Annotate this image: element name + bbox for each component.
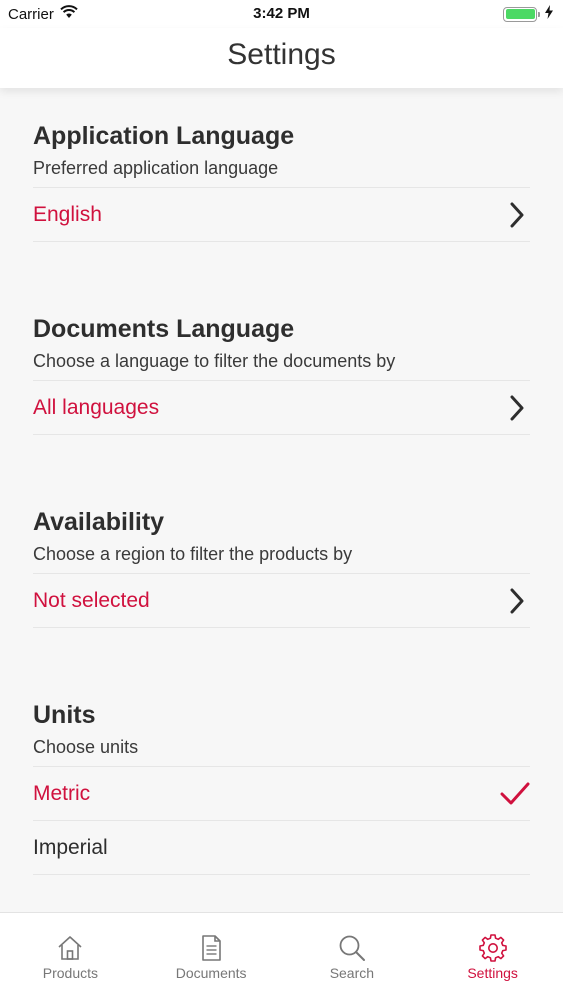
section-title: Documents Language [33,315,295,343]
section-subtitle: Preferred application language [33,154,530,188]
availability-section: Availability Choose a region to filter t… [33,504,530,628]
battery-level [505,9,535,19]
status-right [503,5,553,23]
selected-value: English [33,203,102,226]
document-icon [202,935,221,961]
page-title: Settings [227,38,336,71]
tab-documents[interactable]: Documents [141,913,282,1000]
units-option-imperial[interactable]: Imperial [33,821,530,875]
settings-screen: Carrier 3:42 PM Settings Application Lan… [0,0,563,1000]
availability-row[interactable]: Not selected [33,574,530,628]
battery-icon [503,6,540,22]
selected-value: Not selected [33,589,150,612]
tab-bar: Products Documents Search Settings [0,912,563,1000]
tab-settings[interactable]: Settings [422,913,563,1000]
documents-language-section: Documents Language Choose a language to … [33,311,530,435]
application-language-section: Application Language Preferred applicati… [33,118,530,242]
section-title: Availability [33,508,165,536]
section-subtitle: Choose a region to filter the products b… [33,540,530,574]
section-title: Units [33,701,96,729]
unit-option-label: Imperial [33,836,108,859]
settings-content: Application Language Preferred applicati… [0,88,563,912]
tab-label: Products [42,965,98,981]
search-icon [339,935,365,961]
chevron-right-icon [510,588,524,614]
tab-search[interactable]: Search [282,913,423,1000]
house-icon [58,936,82,960]
tab-label: Settings [467,965,518,981]
application-language-row[interactable]: English [33,188,530,242]
status-time: 3:42 PM [253,5,310,22]
section-subtitle: Choose a language to filter the document… [33,347,530,381]
status-bar: Carrier 3:42 PM [0,0,563,28]
chevron-right-icon [510,202,524,228]
checkmark-icon [500,782,530,805]
tab-label: Documents [175,965,247,981]
selected-value: All languages [33,396,160,419]
section-subtitle: Choose units [33,733,530,767]
documents-language-row[interactable]: All languages [33,381,530,435]
tab-products[interactable]: Products [0,913,141,1000]
unit-option-label: Metric [33,782,91,805]
section-title: Application Language [33,122,295,150]
gear-icon [478,934,507,962]
tab-label: Search [329,965,375,981]
units-option-metric[interactable]: Metric [33,767,530,821]
charging-bolt-icon [545,5,553,23]
units-section: Units Choose units Metric Imperial [33,697,530,875]
chevron-right-icon [510,395,524,421]
navigation-bar: Settings [0,28,563,88]
